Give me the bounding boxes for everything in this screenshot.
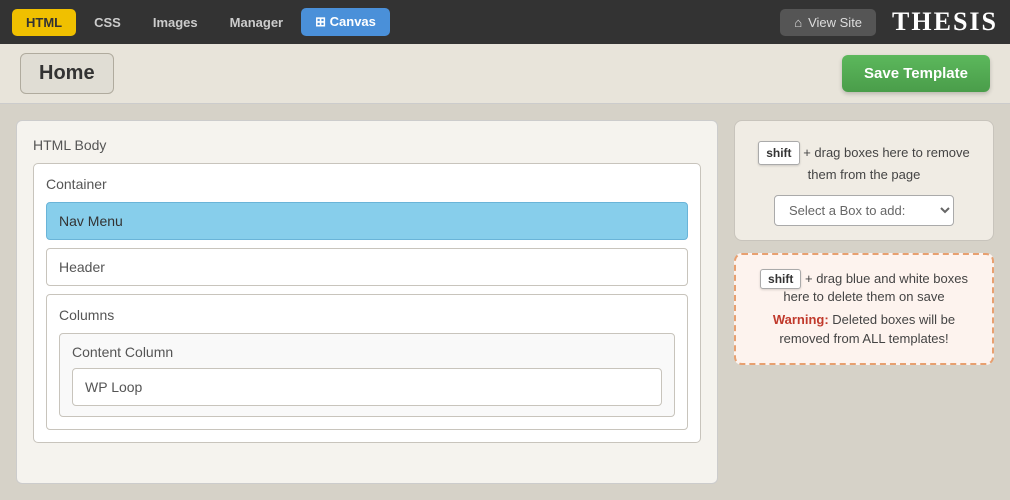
home-icon: ⌂ xyxy=(794,15,802,30)
wp-loop-item[interactable]: WP Loop xyxy=(72,368,662,406)
top-nav-bar: HTML CSS Images Manager ⊞ Canvas ⌂ View … xyxy=(0,0,1010,44)
drag-delete-box: shift + drag blue and white boxes here t… xyxy=(734,253,994,365)
columns-label: Columns xyxy=(59,307,675,323)
tab-manager[interactable]: Manager xyxy=(216,9,297,36)
canvas-icon: ⊞ xyxy=(315,14,330,29)
columns-box: Columns Content Column WP Loop xyxy=(46,294,688,430)
container-label: Container xyxy=(46,176,688,192)
content-column-label: Content Column xyxy=(72,344,662,360)
main-area: HTML Body Container Nav Menu Header Colu… xyxy=(0,104,1010,500)
html-body-label: HTML Body xyxy=(33,137,701,153)
shift-key-1: shift xyxy=(758,141,799,165)
right-panel: shift + drag boxes here to remove them f… xyxy=(734,120,994,484)
box-select-dropdown[interactable]: Select a Box to add: xyxy=(774,195,954,226)
warning-label: Warning: xyxy=(773,312,829,327)
drag-remove-box: shift + drag boxes here to remove them f… xyxy=(734,120,994,241)
container-box: Container Nav Menu Header Columns Conten… xyxy=(33,163,701,443)
drag-remove-text: shift + drag boxes here to remove them f… xyxy=(751,141,977,185)
shift-key-2: shift xyxy=(760,269,801,289)
select-box-row: Select a Box to add: xyxy=(751,195,977,226)
drag-delete-text: shift + drag blue and white boxes here t… xyxy=(752,269,976,304)
nav-right: ⌂ View Site THESIS xyxy=(780,7,998,37)
tab-canvas[interactable]: ⊞ Canvas xyxy=(301,8,390,36)
sub-header: Home Save Template xyxy=(0,44,1010,104)
content-column-box: Content Column WP Loop xyxy=(59,333,675,417)
tab-html[interactable]: HTML xyxy=(12,9,76,36)
warning-text: Warning: Deleted boxes will be removed f… xyxy=(752,310,976,349)
nav-menu-item[interactable]: Nav Menu xyxy=(46,202,688,240)
home-badge: Home xyxy=(20,53,114,94)
view-site-button[interactable]: ⌂ View Site xyxy=(780,9,876,36)
left-panel: HTML Body Container Nav Menu Header Colu… xyxy=(16,120,718,484)
tab-images[interactable]: Images xyxy=(139,9,212,36)
tab-css[interactable]: CSS xyxy=(80,9,135,36)
save-template-button[interactable]: Save Template xyxy=(842,55,990,92)
thesis-logo: THESIS xyxy=(892,7,998,37)
header-item[interactable]: Header xyxy=(46,248,688,286)
